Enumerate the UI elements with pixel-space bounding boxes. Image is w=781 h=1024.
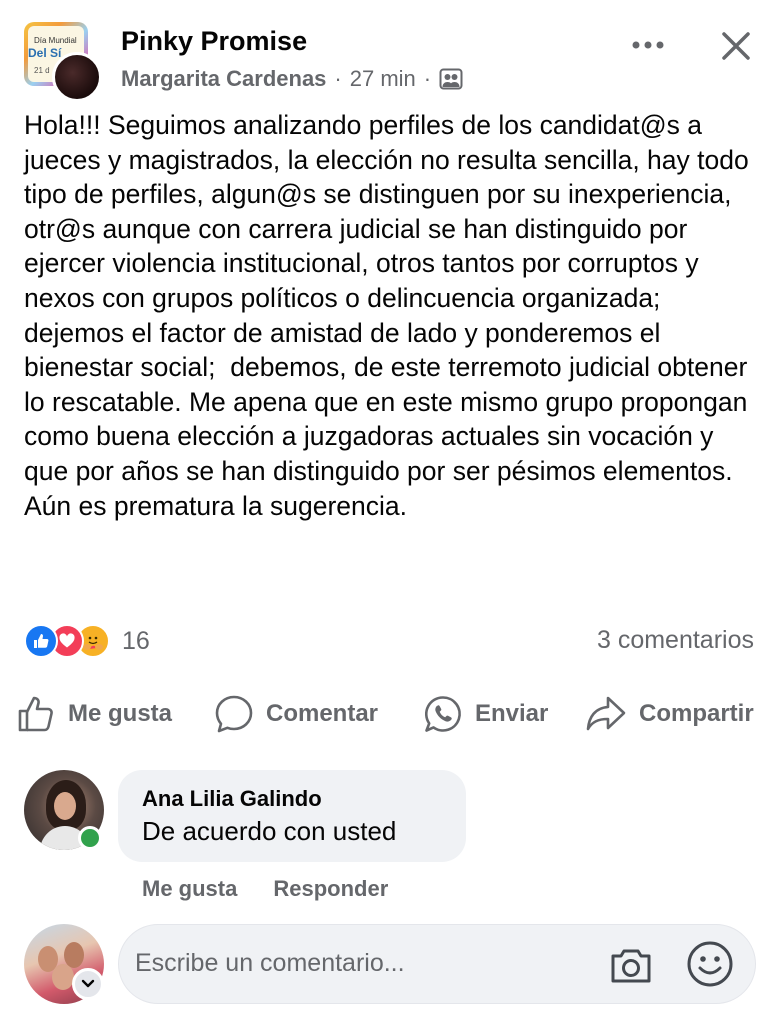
author-name[interactable]: Margarita Cardenas xyxy=(121,66,326,92)
emoji-icon[interactable] xyxy=(685,939,735,989)
commenter-name[interactable]: Ana Lilia Galindo xyxy=(142,786,322,812)
close-icon[interactable] xyxy=(716,26,756,66)
comment-bubble-icon xyxy=(215,695,253,733)
thumbnail-text-1: Día Mundial xyxy=(34,36,77,45)
reaction-count: 16 xyxy=(122,626,150,655)
group-members-icon xyxy=(439,68,463,90)
comment-input-placeholder: Escribe un comentario... xyxy=(135,949,405,977)
comment-bubble[interactable]: Ana Lilia Galindo De acuerdo con usted xyxy=(118,770,466,862)
comment-text: De acuerdo con usted xyxy=(142,816,397,846)
group-avatar[interactable]: Día Mundial Del Sí 21 d xyxy=(24,22,102,102)
thumbnail-text-3: 21 d xyxy=(34,66,50,75)
comment-button-label: Comentar xyxy=(266,700,379,727)
send-button[interactable]: Enviar xyxy=(423,688,548,740)
thumbs-up-icon xyxy=(18,696,53,732)
group-name[interactable]: Pinky Promise xyxy=(121,26,307,57)
post-meta: Margarita Cardenas · 27 min · xyxy=(121,66,463,92)
comment-count-link[interactable]: 3 comentarios xyxy=(597,626,754,655)
share-button-label: Compartir xyxy=(639,700,754,727)
like-reaction-icon xyxy=(24,624,58,658)
comment-actions: Me gusta Responder xyxy=(142,876,424,902)
comment-reply-button[interactable]: Responder xyxy=(273,876,388,902)
post-time[interactable]: 27 min xyxy=(350,66,416,92)
comment-like-button[interactable]: Me gusta xyxy=(142,876,237,902)
meta-separator: · xyxy=(334,66,342,91)
camera-icon[interactable] xyxy=(607,941,655,989)
share-arrow-icon xyxy=(586,696,626,731)
comment-input[interactable]: Escribe un comentario... xyxy=(118,924,756,1004)
comment-button[interactable]: Comentar xyxy=(214,688,378,740)
whatsapp-icon xyxy=(424,696,461,732)
like-button[interactable]: Me gusta xyxy=(16,688,172,740)
thumbnail-text-2: Del Sí xyxy=(28,46,62,60)
chevron-down-icon xyxy=(81,979,95,988)
author-avatar[interactable] xyxy=(52,52,102,102)
like-button-label: Me gusta xyxy=(68,700,173,727)
post-header: Día Mundial Del Sí 21 d Pinky Promise Ma… xyxy=(0,0,781,110)
share-button[interactable]: Compartir xyxy=(585,688,754,740)
profile-switch-button[interactable] xyxy=(72,968,104,1000)
more-options-icon[interactable] xyxy=(628,30,668,60)
meta-separator: · xyxy=(423,66,432,91)
post-action-bar: Me gusta Comentar Enviar Compartir xyxy=(0,688,781,740)
reactions-summary[interactable]: 16 xyxy=(24,622,150,660)
send-button-label: Enviar xyxy=(475,700,549,727)
online-status-indicator xyxy=(78,826,102,850)
post-body: Hola!!! Seguimos analizando perfiles de … xyxy=(24,110,757,521)
